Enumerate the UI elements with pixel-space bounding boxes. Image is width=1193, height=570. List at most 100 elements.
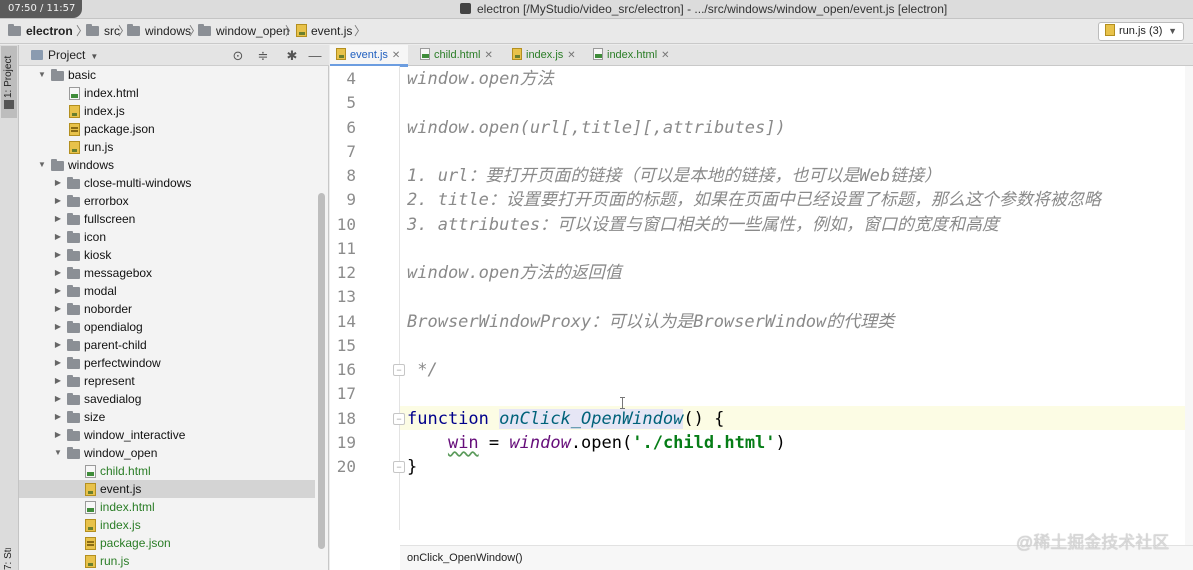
code-line-9[interactable]: 2. title：设置要打开页面的标题，如果在页面中已经设置了标题，那么这个参数… <box>407 188 1101 212</box>
gear-icon[interactable]: ✱ <box>284 45 300 66</box>
breadcrumb-electron[interactable]: electron <box>8 19 73 44</box>
code-line-20[interactable]: } <box>407 455 417 479</box>
breadcrumb-src[interactable]: src <box>86 19 120 44</box>
function-breadcrumb[interactable]: onClick_OpenWindow() <box>407 546 523 570</box>
tree-folder[interactable]: ▶ fullscreen <box>19 210 315 228</box>
project-tool-label[interactable]: 1: Project <box>2 50 16 98</box>
chevron-down-icon[interactable]: ▼ <box>53 444 63 462</box>
mouse-cursor-icon <box>620 397 625 409</box>
tab-index-js[interactable]: index.js ✕ <box>506 45 581 66</box>
chevron-right-icon[interactable]: ▶ <box>53 192 63 210</box>
chevron-right-icon[interactable]: ▶ <box>53 228 63 246</box>
folder-icon <box>67 375 80 387</box>
close-icon[interactable]: ✕ <box>567 50 575 61</box>
tree-folder[interactable]: ▶ size <box>19 408 315 426</box>
line-number: 7 <box>346 142 356 161</box>
tree-folder[interactable]: ▶ represent <box>19 372 315 390</box>
editor-scrollbar[interactable] <box>1185 66 1193 545</box>
code-line-16[interactable]: */ <box>407 358 437 382</box>
js-file-icon <box>512 48 522 60</box>
tree-item-label: errorbox <box>84 194 129 208</box>
tree-file[interactable]: index.js <box>19 102 315 120</box>
chevron-right-icon[interactable]: ▶ <box>53 372 63 390</box>
scroll-from-source-icon[interactable]: ⊙ <box>230 45 246 66</box>
navigation-bar: electron 〉 src 〉 windows 〉 window_open 〉… <box>0 19 1193 44</box>
folder-icon <box>67 411 80 423</box>
code-line-18[interactable]: function onClick_OpenWindow() { <box>407 407 724 431</box>
tree-folder[interactable]: ▶ parent-child <box>19 336 315 354</box>
tree-item-label: opendialog <box>84 320 143 334</box>
tree-item-label: index.html <box>100 500 155 514</box>
breadcrumb-event-js[interactable]: event.js <box>296 19 352 44</box>
tree-folder[interactable]: ▼ window_open <box>19 444 315 462</box>
tree-folder[interactable]: ▶ savedialog <box>19 390 315 408</box>
chevron-right-icon[interactable]: ▶ <box>53 408 63 426</box>
chevron-right-icon[interactable]: ▶ <box>53 336 63 354</box>
tree-file[interactable]: run.js <box>19 138 315 156</box>
tree-item-label: represent <box>84 374 135 388</box>
tree-file[interactable]: package.json <box>19 534 315 552</box>
chevron-down-icon[interactable]: ▼ <box>37 66 47 84</box>
site-watermark: @稀土掘金技术社区 <box>1016 533 1170 552</box>
close-icon[interactable]: ✕ <box>392 50 400 61</box>
folder-icon <box>67 393 80 405</box>
tree-folder[interactable]: ▶ window_interactive <box>19 426 315 444</box>
chevron-right-icon[interactable]: ▶ <box>53 390 63 408</box>
fold-marker-icon[interactable]: − <box>393 461 405 473</box>
tree-folder[interactable]: ▼ windows <box>19 156 315 174</box>
tree-folder[interactable]: ▶ modal <box>19 282 315 300</box>
chevron-right-icon[interactable]: ▶ <box>53 354 63 372</box>
code-line-19[interactable]: win = window.open('./child.html') <box>407 431 786 455</box>
code-line-12[interactable]: window.open方法的返回值 <box>407 261 622 285</box>
project-view-selector[interactable]: Project ▼ <box>31 45 98 66</box>
tree-folder[interactable]: ▶ messagebox <box>19 264 315 282</box>
tree-file[interactable]: event.js <box>19 480 315 498</box>
line-number: 20 <box>336 457 356 476</box>
line-number: 15 <box>336 336 356 355</box>
chevron-right-icon[interactable]: ▶ <box>53 264 63 282</box>
code-line-14[interactable]: BrowserWindowProxy：可以认为是BrowserWindow的代理… <box>407 310 894 334</box>
close-icon[interactable]: ✕ <box>661 50 669 61</box>
tab-child-html[interactable]: child.html ✕ <box>414 45 500 66</box>
tab-index-html[interactable]: index.html ✕ <box>587 45 672 66</box>
tree-file[interactable]: package.json <box>19 120 315 138</box>
chevron-right-icon[interactable]: ▶ <box>53 246 63 264</box>
tree-file[interactable]: index.html <box>19 84 315 102</box>
tree-folder[interactable]: ▶ close-multi-windows <box>19 174 315 192</box>
breadcrumb-window-open[interactable]: window_open <box>198 19 289 44</box>
structure-tool-label[interactable]: 7: Structure <box>2 548 16 570</box>
chevron-right-icon[interactable]: ▶ <box>53 174 63 192</box>
collapse-all-icon[interactable]: ≑ <box>255 45 271 66</box>
breadcrumb-windows[interactable]: windows <box>127 19 191 44</box>
tree-folder[interactable]: ▶ errorbox <box>19 192 315 210</box>
tab-event-js[interactable]: event.js ✕ <box>330 45 408 67</box>
chevron-right-icon[interactable]: ▶ <box>53 300 63 318</box>
chevron-right-icon[interactable]: ▶ <box>53 282 63 300</box>
tree-folder[interactable]: ▶ opendialog <box>19 318 315 336</box>
fold-marker-icon[interactable]: − <box>393 413 405 425</box>
tree-folder[interactable]: ▶ perfectwindow <box>19 354 315 372</box>
tree-folder[interactable]: ▼ basic <box>19 66 315 84</box>
tree-file[interactable]: child.html <box>19 462 315 480</box>
tree-file[interactable]: index.js <box>19 516 315 534</box>
chevron-down-icon[interactable]: ▼ <box>37 156 47 174</box>
tree-file[interactable]: index.html <box>19 498 315 516</box>
chevron-right-icon[interactable]: ▶ <box>53 318 63 336</box>
close-icon[interactable]: ✕ <box>484 50 492 61</box>
tree-scrollbar[interactable] <box>318 193 325 549</box>
code-line-8[interactable]: 1. url：要打开页面的链接（可以是本地的链接，也可以是Web链接） <box>407 164 941 188</box>
fold-marker-icon[interactable]: − <box>393 364 405 376</box>
tree-folder[interactable]: ▶ icon <box>19 228 315 246</box>
run-configuration-select[interactable]: run.js (3) ▼ <box>1098 22 1184 41</box>
hide-panel-icon[interactable]: — <box>307 45 323 66</box>
tree-folder[interactable]: ▶ kiosk <box>19 246 315 264</box>
code-line-6[interactable]: window.open(url[,title][,attributes]) <box>407 116 786 140</box>
chevron-right-icon[interactable]: ▶ <box>53 426 63 444</box>
chevron-right-icon[interactable]: ▶ <box>53 210 63 228</box>
code-line-10[interactable]: 3. attributes：可以设置与窗口相关的一些属性，例如，窗口的宽度和高度 <box>407 213 999 237</box>
js-file-icon <box>85 555 96 568</box>
tree-folder[interactable]: ▶ noborder <box>19 300 315 318</box>
code-line-4[interactable]: window.open方法 <box>407 67 554 91</box>
tree-file[interactable]: run.js <box>19 552 315 570</box>
